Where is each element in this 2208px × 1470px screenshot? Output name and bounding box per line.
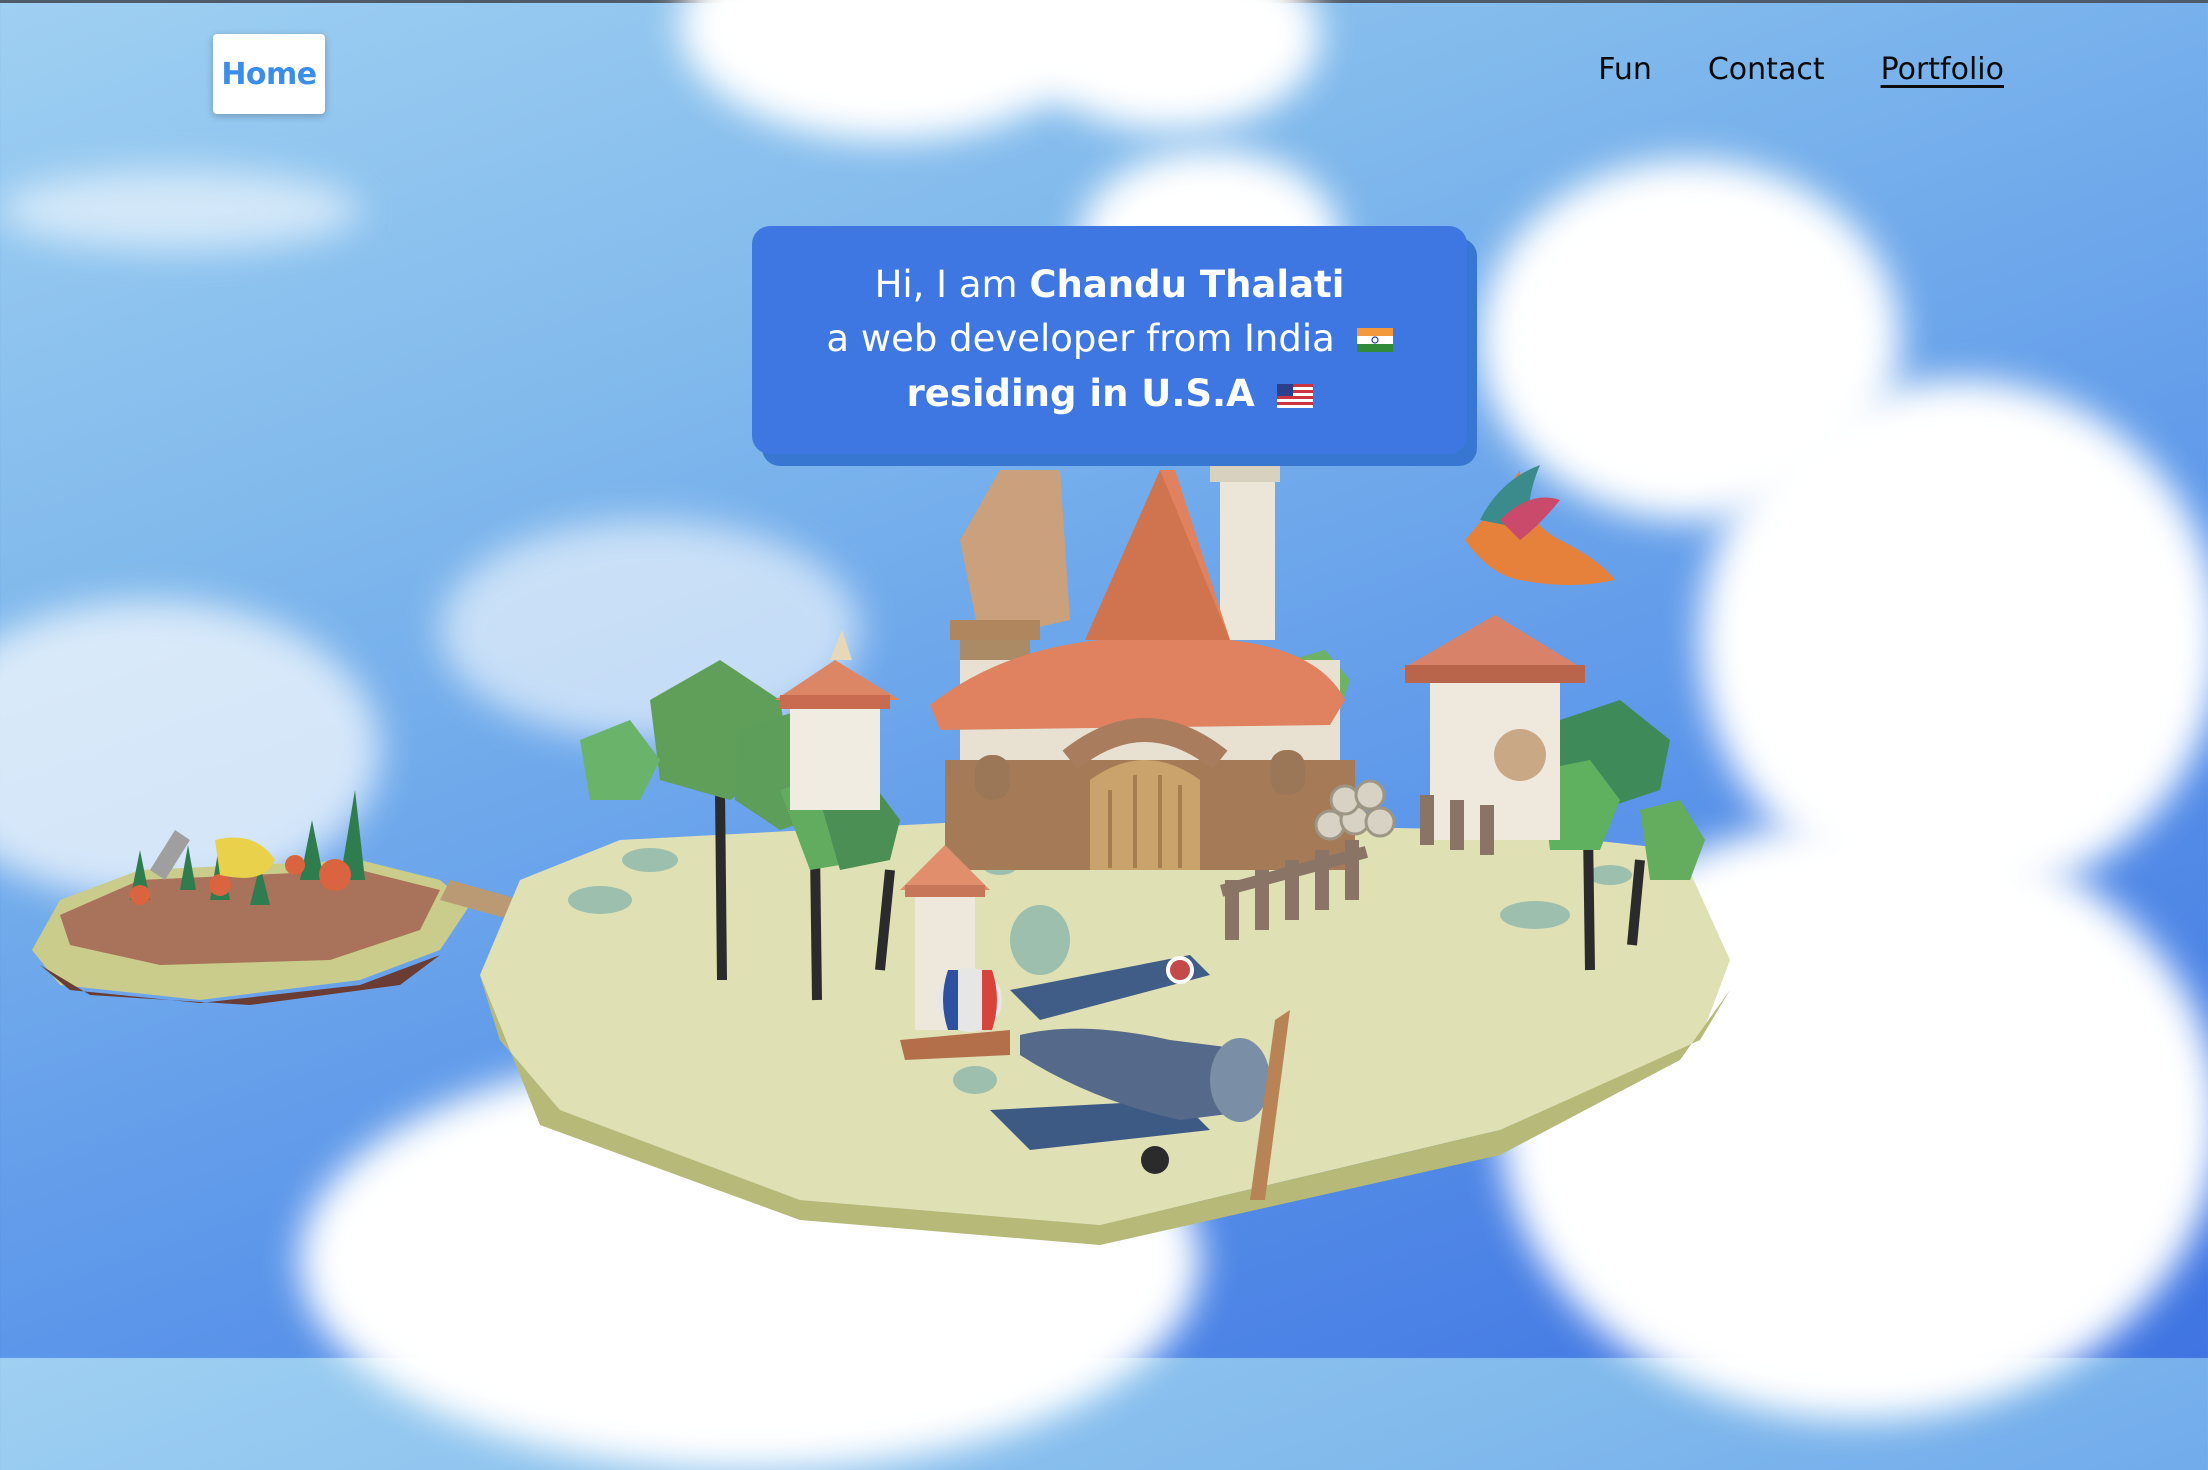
nav-link-portfolio[interactable]: Portfolio xyxy=(1881,52,2004,87)
intro-role: a web developer from India xyxy=(826,316,1335,360)
nav-link-fun[interactable]: Fun xyxy=(1598,52,1652,87)
phoenix-bird xyxy=(1465,465,1615,585)
nav-link-contact[interactable]: Contact xyxy=(1708,52,1825,87)
intro-greeting: Hi, I am xyxy=(874,262,1018,306)
home-logo-button[interactable]: Home xyxy=(213,34,325,114)
main-nav: Fun Contact Portfolio xyxy=(1598,52,2004,87)
usa-flag-icon xyxy=(1276,376,1313,416)
india-flag-icon xyxy=(1356,320,1393,360)
left-tower xyxy=(775,630,900,810)
intro-name: Chandu Thalati xyxy=(1029,262,1345,306)
intro-card: Hi, I am Chandu Thalati a web developer … xyxy=(752,226,1467,454)
intro-line-1: Hi, I am Chandu Thalati xyxy=(752,262,1467,306)
floating-island-scene xyxy=(32,460,1730,1245)
intro-residence: residing in U.S.A xyxy=(906,372,1255,415)
intro-line-3: residing in U.S.A xyxy=(752,374,1467,416)
intro-line-2: a web developer from India xyxy=(752,316,1467,361)
